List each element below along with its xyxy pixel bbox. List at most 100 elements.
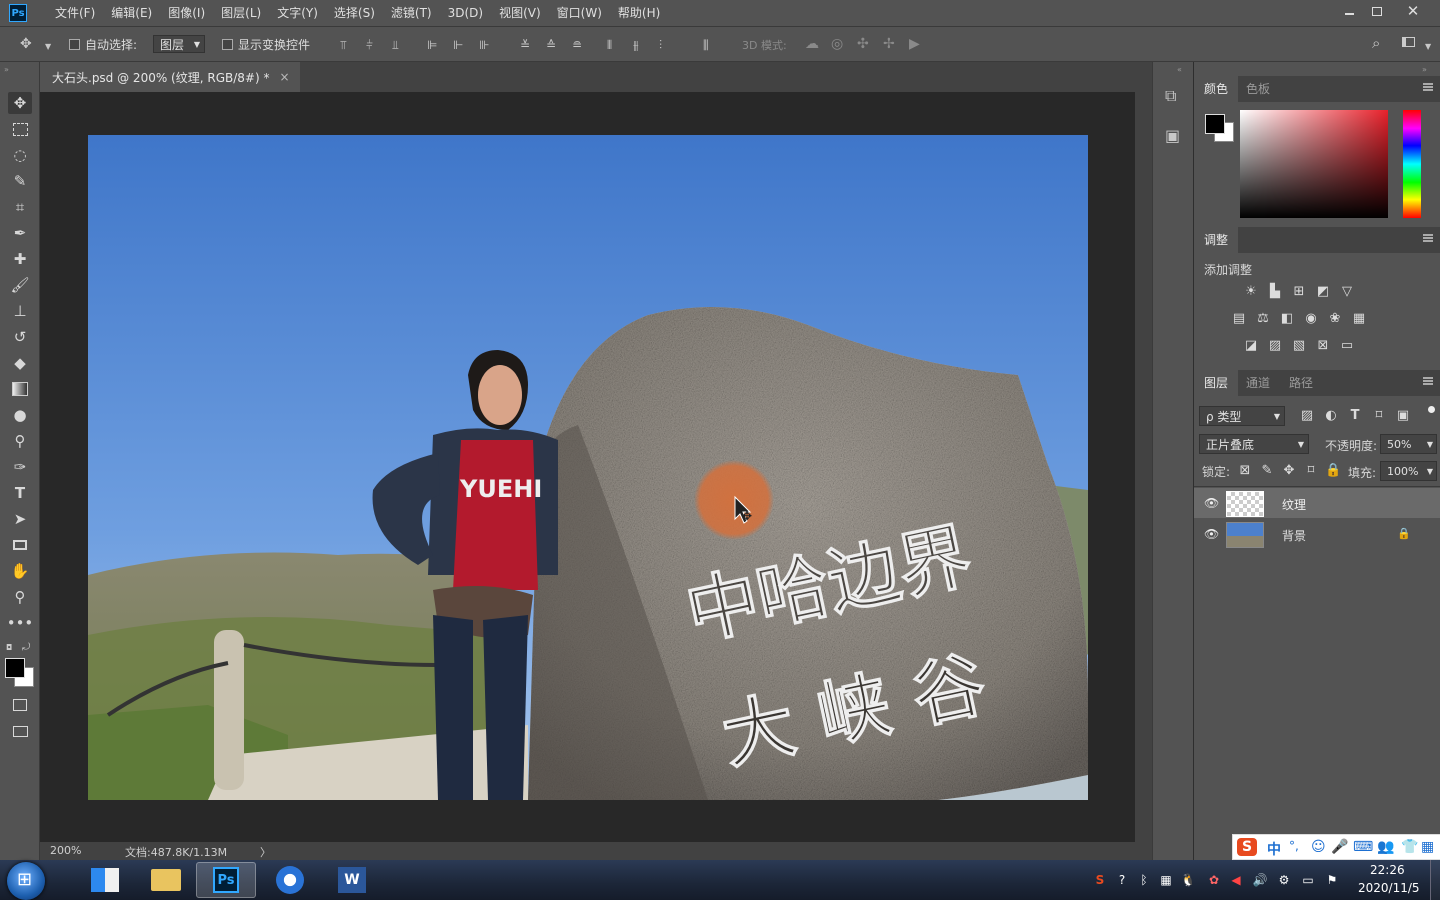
layer-row-texture[interactable]: 👁 纹理 bbox=[1194, 488, 1440, 518]
menu-3d[interactable]: 3D(D) bbox=[440, 0, 491, 26]
distribute-top-icon[interactable]: ≚ bbox=[520, 39, 530, 51]
exposure-icon[interactable]: ◩ bbox=[1315, 285, 1331, 299]
distribute-vcenter-icon[interactable]: ≙ bbox=[546, 39, 556, 51]
blur-tool[interactable]: ● bbox=[8, 404, 32, 426]
tab-channels[interactable]: 通道 bbox=[1236, 370, 1280, 396]
tab-color[interactable]: 颜色 bbox=[1194, 76, 1239, 102]
marquee-tool[interactable] bbox=[8, 118, 32, 140]
pen-tool[interactable]: ✑ bbox=[8, 456, 32, 478]
menu-help[interactable]: 帮助(H) bbox=[610, 0, 668, 26]
tray-qq-icon[interactable]: 🐧 bbox=[1180, 872, 1196, 888]
threshold-icon[interactable]: ▧ bbox=[1291, 339, 1307, 353]
distribute-hcenter-icon[interactable]: ⫵ bbox=[633, 39, 639, 51]
healing-brush-tool[interactable]: ✚ bbox=[8, 248, 32, 270]
align-hcenter-icon[interactable]: ⊩ bbox=[453, 39, 463, 51]
restore-button[interactable] bbox=[1360, 0, 1394, 22]
filter-shape-icon[interactable]: ⌑ bbox=[1371, 409, 1387, 423]
hue-slider[interactable] bbox=[1403, 110, 1421, 218]
start-button[interactable]: ⊞ bbox=[7, 862, 45, 900]
close-window-button[interactable]: ✕ bbox=[1396, 0, 1430, 22]
menu-view[interactable]: 视图(V) bbox=[491, 0, 549, 26]
menu-edit[interactable]: 编辑(E) bbox=[103, 0, 160, 26]
user-icon[interactable]: 👥 bbox=[1377, 839, 1394, 855]
3d-scale-icon[interactable]: ▶ bbox=[909, 37, 920, 51]
ime-mode-label[interactable]: 中 bbox=[1267, 839, 1281, 859]
filter-pixel-icon[interactable]: ▨ bbox=[1299, 409, 1315, 423]
eraser-tool[interactable]: ◆ bbox=[8, 352, 32, 374]
taskbar-word[interactable]: W bbox=[322, 862, 382, 898]
zoom-level[interactable]: 200% bbox=[50, 844, 81, 857]
checkbox-box[interactable] bbox=[69, 39, 80, 50]
quick-select-tool[interactable]: ✎ bbox=[8, 170, 32, 192]
menu-window[interactable]: 窗口(W) bbox=[549, 0, 610, 26]
tray-tool-icon[interactable]: ⚙ bbox=[1276, 872, 1292, 888]
lock-artboard-icon[interactable]: ⌑ bbox=[1303, 464, 1319, 478]
default-colors-icon[interactable]: ◘ bbox=[6, 643, 12, 652]
lock-transparent-icon[interactable]: ⊠ bbox=[1237, 464, 1253, 478]
taskbar-sogou-browser[interactable] bbox=[260, 862, 320, 898]
show-transform-checkbox[interactable]: 显示变换控件 bbox=[222, 36, 310, 53]
lock-all-icon[interactable]: 🔒 bbox=[1325, 464, 1341, 478]
hand-tool[interactable]: ✋ bbox=[8, 560, 32, 582]
filter-type-icon[interactable]: T bbox=[1347, 409, 1363, 423]
show-desktop-button[interactable] bbox=[1430, 860, 1440, 900]
layer-filter-dropdown[interactable]: ρ 类型 ▼ bbox=[1199, 406, 1285, 426]
crop-tool[interactable]: ⌗ bbox=[8, 196, 32, 218]
status-menu-arrow[interactable]: 〉 bbox=[260, 844, 271, 860]
auto-select-checkbox[interactable]: 自动选择: bbox=[69, 36, 137, 53]
curves-icon[interactable]: ⊞ bbox=[1291, 285, 1307, 299]
toolbox-icon[interactable]: ▦ bbox=[1421, 839, 1434, 855]
tray-network-icon[interactable]: ⚑ bbox=[1324, 872, 1340, 888]
tray-network-manager-icon[interactable]: ▦ bbox=[1158, 872, 1174, 888]
swap-colors-icon[interactable]: ⤾ bbox=[22, 642, 30, 653]
screen-mode-button[interactable] bbox=[8, 720, 32, 742]
search-icon[interactable]: ⌕ bbox=[1372, 36, 1380, 51]
menu-layer[interactable]: 图层(L) bbox=[213, 0, 269, 26]
auto-select-target-dropdown[interactable]: 图层 ▼ bbox=[153, 35, 205, 53]
vibrance-icon[interactable]: ▽ bbox=[1339, 285, 1355, 299]
clone-stamp-tool[interactable]: ⊥ bbox=[8, 300, 32, 322]
layer-name[interactable]: 纹理 bbox=[1282, 496, 1306, 513]
microphone-icon[interactable]: 🎤 bbox=[1331, 839, 1348, 855]
menu-select[interactable]: 选择(S) bbox=[326, 0, 383, 26]
quick-mask-button[interactable] bbox=[8, 694, 32, 716]
taskbar-photoshop[interactable]: Ps bbox=[196, 862, 256, 898]
align-bottom-icon[interactable]: ⫫ bbox=[392, 39, 399, 51]
history-brush-tool[interactable]: ↺ bbox=[8, 326, 32, 348]
zoom-tool[interactable]: ⚲ bbox=[8, 586, 32, 608]
tray-display-icon[interactable]: ▭ bbox=[1300, 872, 1316, 888]
lasso-tool[interactable]: ◌ bbox=[8, 144, 32, 166]
path-select-tool[interactable]: ➤ bbox=[8, 508, 32, 530]
3d-pan-icon[interactable]: ✣ bbox=[857, 37, 869, 51]
distribute-right-icon[interactable]: ⫶ bbox=[659, 39, 662, 51]
gradient-map-icon[interactable]: ▭ bbox=[1339, 339, 1355, 353]
workspace-icon[interactable] bbox=[1402, 37, 1415, 47]
layer-row-background[interactable]: 👁 背景 🔒 bbox=[1194, 519, 1440, 549]
channel-mixer-icon[interactable]: ❀ bbox=[1327, 312, 1343, 326]
keyboard-icon[interactable]: ⌨ bbox=[1353, 839, 1373, 855]
lock-position-icon[interactable]: ✥ bbox=[1281, 464, 1297, 478]
align-top-icon[interactable]: ⫪ bbox=[340, 39, 347, 51]
dodge-tool[interactable]: ⚲ bbox=[8, 430, 32, 452]
chevron-down-icon[interactable]: ▼ bbox=[45, 41, 51, 53]
blend-mode-dropdown[interactable]: 正片叠底 ▼ bbox=[1199, 434, 1309, 454]
menu-type[interactable]: 文字(Y) bbox=[269, 0, 326, 26]
color-lookup-icon[interactable]: ▦ bbox=[1351, 312, 1367, 326]
3d-slide-icon[interactable]: ✢ bbox=[883, 37, 895, 51]
levels-icon[interactable]: ▙ bbox=[1267, 285, 1283, 299]
taskbar-explorer-shortcut[interactable] bbox=[75, 862, 135, 898]
photo-filter-icon[interactable]: ◉ bbox=[1303, 312, 1319, 326]
more-tools[interactable]: ••• bbox=[7, 612, 34, 634]
brush-tool[interactable]: 🖌 bbox=[8, 274, 32, 296]
foreground-color-swatch[interactable] bbox=[5, 658, 25, 678]
filter-smart-object-icon[interactable]: ▣ bbox=[1395, 409, 1411, 423]
fill-input[interactable]: 100% ▼ bbox=[1380, 461, 1437, 481]
tray-sogou-icon[interactable]: S bbox=[1092, 872, 1108, 888]
tab-layers[interactable]: 图层 bbox=[1194, 370, 1239, 396]
panel-foreground-swatch[interactable] bbox=[1205, 114, 1225, 134]
eye-icon[interactable]: 👁 bbox=[1204, 496, 1219, 510]
emoji-icon[interactable]: ☺ bbox=[1311, 839, 1326, 855]
eyedropper-tool[interactable]: ✒ bbox=[8, 222, 32, 244]
color-balance-icon[interactable]: ⚖ bbox=[1255, 312, 1271, 326]
auto-align-icon[interactable]: ⫼ bbox=[703, 39, 709, 51]
